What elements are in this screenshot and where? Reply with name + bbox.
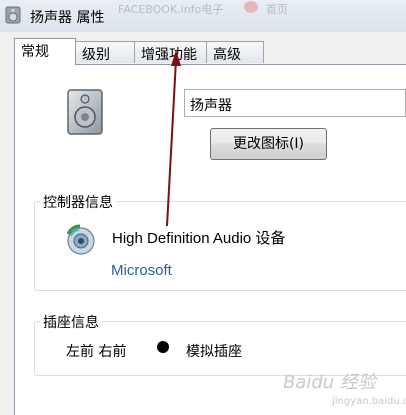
speaker-device-icon [67,89,103,135]
tab-enhancements-label: 增强功能 [141,47,197,63]
tab-advanced-label: 高级 [213,47,241,63]
background-icon [244,1,258,13]
jack-color-dot [157,341,169,353]
title-bar: 扬声器 属性 FACEBOOK.info电子 首页 [0,0,406,32]
background-window-text: FACEBOOK.info电子 [118,3,224,16]
jack-type: 模拟插座 [186,344,242,360]
background-window-text-2: 首页 [266,3,288,16]
baidu-watermark-url: jingyan.baidu.com [332,396,406,407]
jack-info-title: 插座信息 [40,312,102,332]
tab-levels[interactable]: 级别 [75,41,135,63]
window-title: 扬声器 属性 [30,10,105,26]
tab-levels-label: 级别 [82,47,110,63]
jack-position: 左前 右前 [66,344,127,360]
tab-enhancements[interactable]: 增强功能 [134,41,207,63]
baidu-watermark: Baidu 经验 [283,372,376,393]
device-name-input[interactable]: 扬声器 [184,89,406,117]
tab-general-label: 常规 [21,44,49,60]
speaker-icon [5,6,21,24]
controller-vendor-link[interactable]: Microsoft [111,262,172,279]
controller-device-name: High Definition Audio 设备 [112,230,286,247]
change-icon-button[interactable]: 更改图标(I) [210,128,327,160]
tab-advanced[interactable]: 高级 [206,41,264,63]
controller-info-title: 控制器信息 [40,192,116,212]
audio-controller-icon [66,224,95,255]
tab-general[interactable]: 常规 [14,38,76,65]
